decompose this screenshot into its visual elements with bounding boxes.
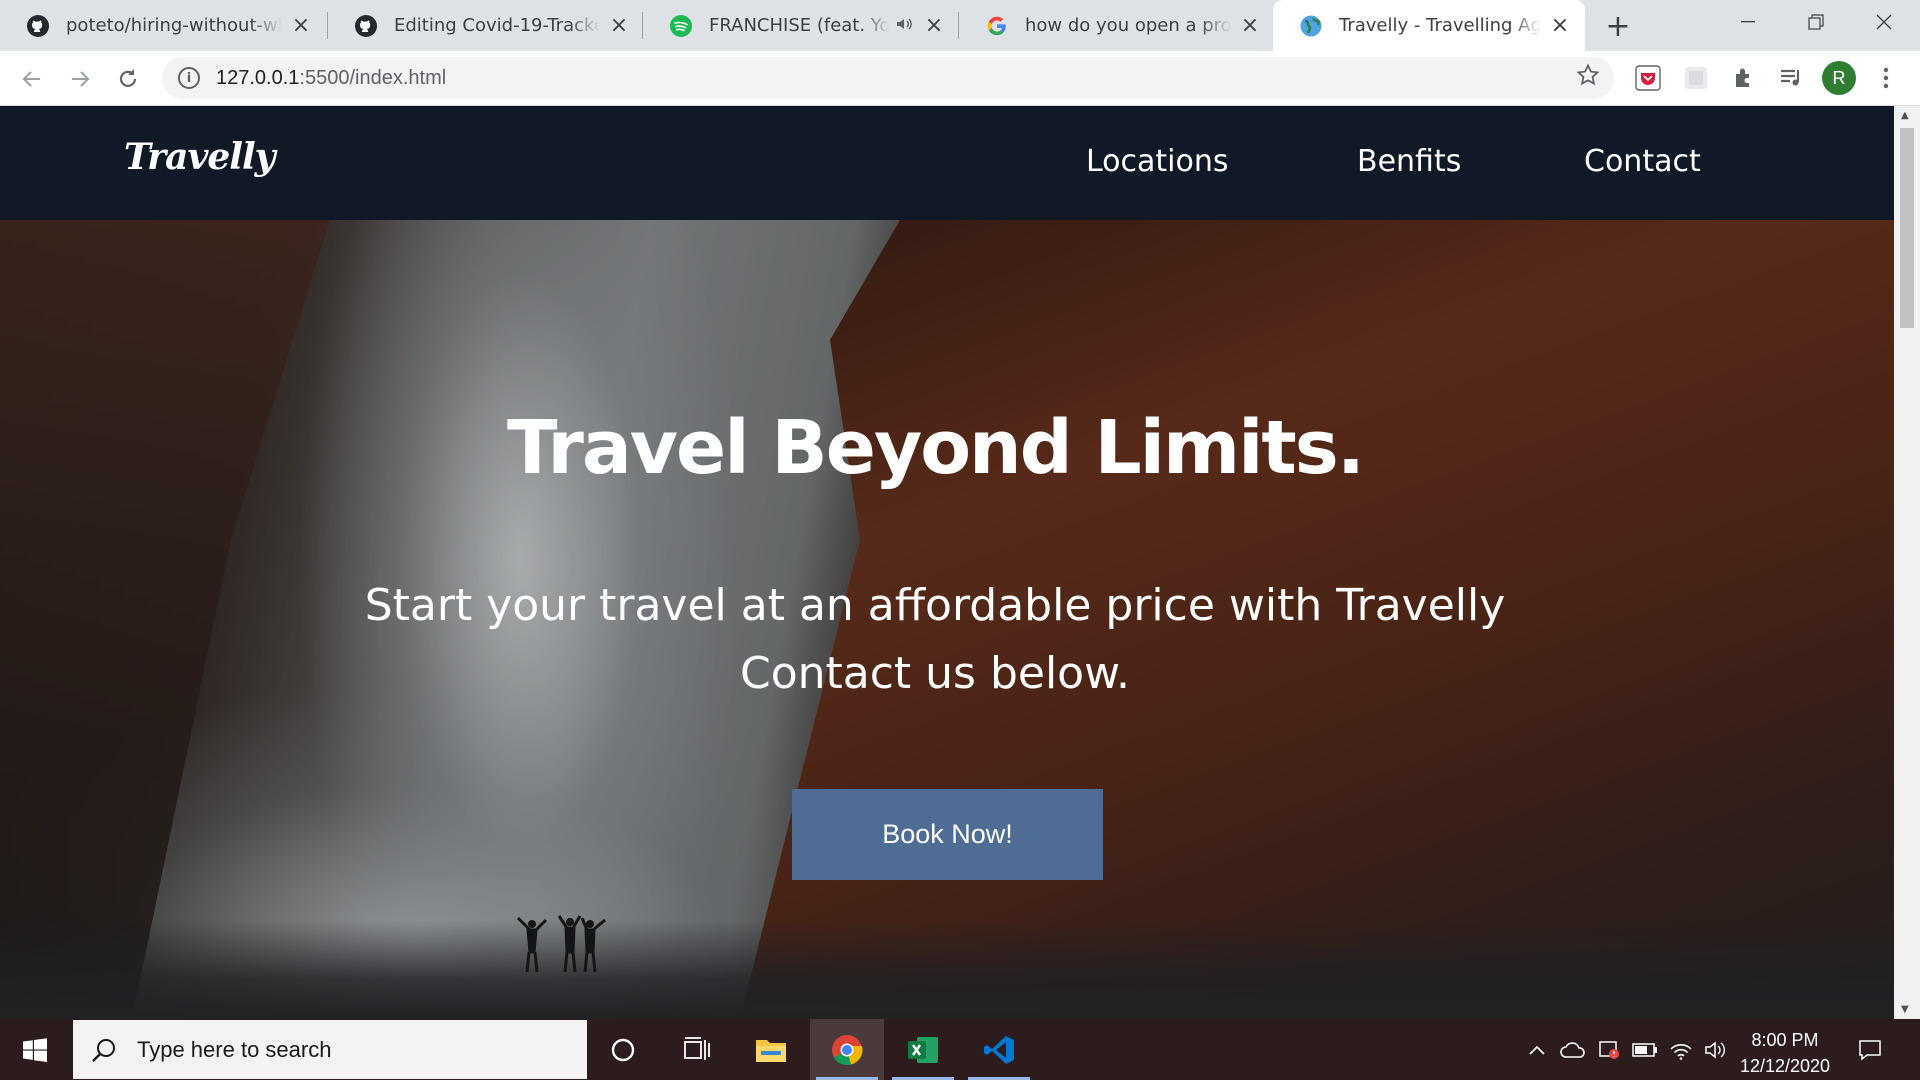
profile-avatar[interactable]: R [1822,61,1856,95]
globe-icon [1299,14,1323,38]
excel-icon[interactable] [886,1019,960,1080]
new-tab-button[interactable]: + [1600,8,1636,44]
tab-title: how do you open a project [1025,15,1231,36]
taskbar-clock[interactable]: 8:00 PM 12/12/2020 [1730,1027,1840,1079]
forward-button[interactable] [60,59,100,99]
close-icon[interactable]: × [1549,13,1571,38]
battery-icon[interactable] [1628,1019,1662,1080]
close-window-button[interactable] [1850,0,1918,44]
page-viewport: Travelly Locations Benfits Contact Trave… [0,106,1894,1019]
tab-spotify[interactable]: FRANCHISE (feat. Young Thug) × [643,0,959,51]
chrome-icon[interactable] [810,1019,884,1080]
restore-button[interactable] [1782,0,1850,44]
show-hidden-icons-icon[interactable] [1522,1019,1552,1080]
search-icon [92,1038,115,1062]
tab-title: FRANCHISE (feat. Young Thug) [709,15,889,36]
google-icon [985,14,1009,38]
address-bar[interactable]: i 127.0.0.1:5500/index.html [162,57,1614,99]
scroll-down-icon[interactable]: ▼ [1901,1004,1909,1015]
windows-start-icon[interactable] [0,1019,70,1080]
close-icon[interactable]: × [290,13,312,38]
back-button[interactable] [12,59,52,99]
onedrive-icon[interactable] [1556,1019,1590,1080]
extensions-puzzle-icon[interactable] [1730,64,1758,92]
close-icon[interactable]: × [608,13,630,38]
github-icon [26,14,50,38]
hero-subtitle-line2: Contact us below. [739,648,1131,699]
tab-title: Editing Covid-19-Tracker/README.md [394,15,600,36]
pocket-extension-icon[interactable] [1634,64,1662,92]
clock-date: 12/12/2020 [1739,1056,1831,1076]
reload-button[interactable] [108,59,148,99]
security-alert-icon[interactable] [1592,1019,1626,1080]
url-text: 127.0.0.1:5500/index.html [216,67,446,90]
hikers-silhouette-icon [516,915,606,973]
task-view-icon[interactable] [660,1019,734,1080]
site-info-icon[interactable]: i [178,67,200,89]
tab-github-hiring[interactable]: poteto/hiring-without-whiteboards × [0,0,326,51]
tab-title: poteto/hiring-without-whiteboards [66,15,282,36]
taskbar-search-input[interactable]: Type here to search [73,1020,587,1079]
tab-github-covid[interactable]: Editing Covid-19-Tracker/README.md × [328,0,644,51]
tab-travelly[interactable]: Travelly - Travelling Agency × [1273,0,1585,51]
url-path: :5500/index.html [299,66,447,89]
tab-strip: poteto/hiring-without-whiteboards × Edit… [0,0,1920,51]
browser-toolbar: i 127.0.0.1:5500/index.html R [0,51,1920,106]
close-icon[interactable]: × [923,13,945,38]
url-host: 127.0.0.1 [216,66,300,89]
nav-link-locations[interactable]: Locations [1086,144,1229,179]
nav-link-benfits[interactable]: Benfits [1357,144,1461,179]
hero-subtitle: Start your travel at an affordable price… [0,572,1870,708]
spotify-icon [669,14,693,38]
file-explorer-icon[interactable] [734,1019,808,1080]
bookmark-star-icon[interactable] [1576,63,1600,93]
close-icon[interactable]: × [1239,13,1261,38]
book-now-button[interactable]: Book Now! [792,789,1103,880]
cortana-icon[interactable] [586,1019,660,1080]
volume-icon[interactable] [1700,1019,1730,1080]
site-logo[interactable]: Travelly [124,136,276,178]
browser-menu-icon[interactable] [1872,64,1900,92]
media-controls-icon[interactable] [1777,64,1805,92]
audio-icon[interactable] [895,15,915,37]
tab-google-search[interactable]: how do you open a project × [959,0,1275,51]
vscode-icon[interactable] [962,1019,1036,1080]
search-placeholder: Type here to search [137,1036,332,1062]
wifi-icon[interactable] [1664,1019,1698,1080]
clock-time: 8:00 PM [1751,1030,1819,1050]
hero-subtitle-line1: Start your travel at an affordable price… [364,580,1506,631]
tab-title: Travelly - Travelling Agency [1339,15,1541,36]
site-navbar: Travelly Locations Benfits Contact [0,106,1894,220]
scroll-up-icon[interactable]: ▲ [1901,110,1909,121]
scroll-thumb[interactable] [1900,128,1914,328]
action-center-icon[interactable] [1850,1019,1890,1080]
windows-taskbar: Type here to search 8:00 PM 12/12/2020 [0,1019,1920,1080]
nav-link-contact[interactable]: Contact [1584,144,1701,179]
github-icon [354,14,378,38]
minimize-button[interactable] [1714,0,1782,44]
extension-placeholder-icon[interactable] [1682,64,1710,92]
page-scrollbar[interactable]: ▲ ▼ [1894,106,1920,1019]
hero-section: Travel Beyond Limits. Start your travel … [0,220,1894,1019]
hero-title: Travel Beyond Limits. [507,405,1365,491]
